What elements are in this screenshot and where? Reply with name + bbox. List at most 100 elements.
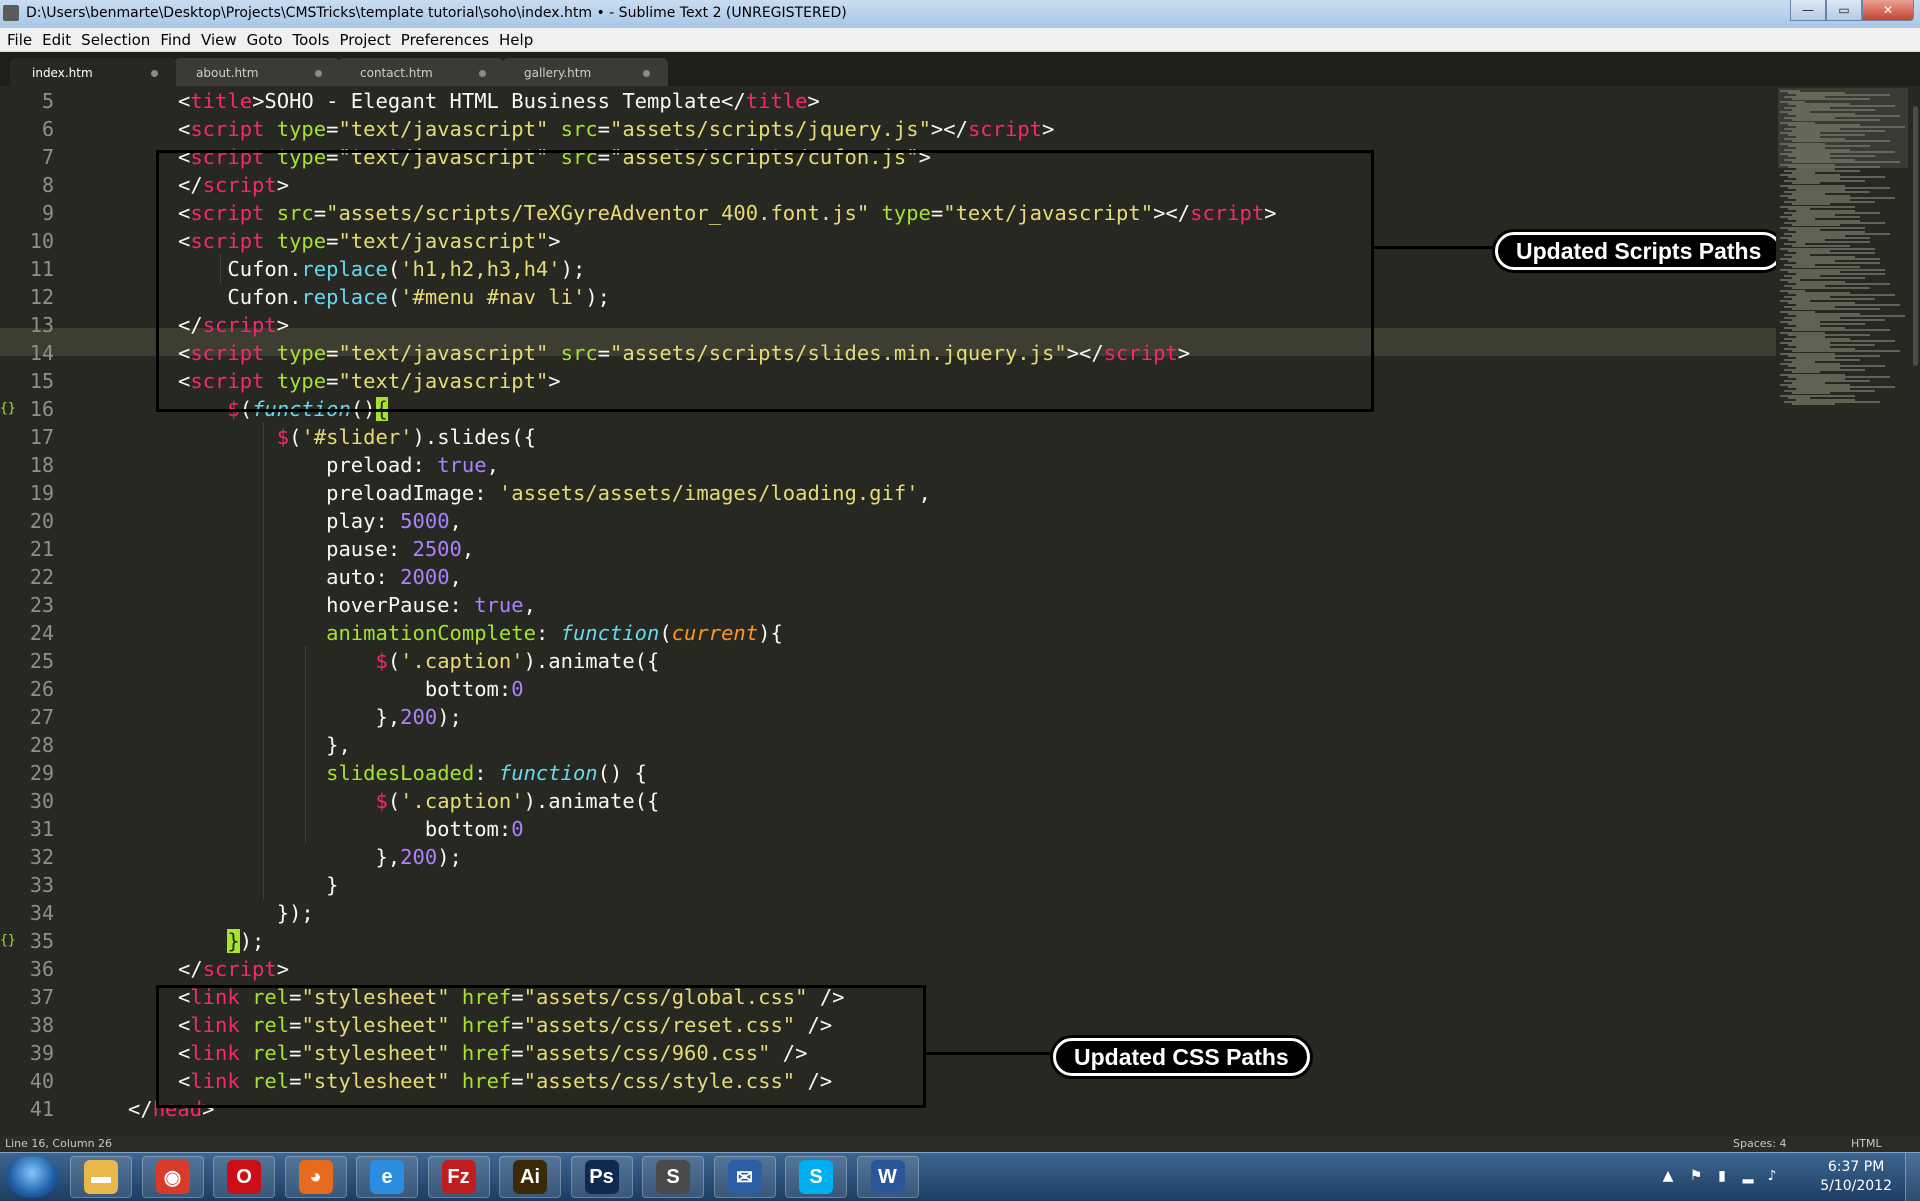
show-desktop-button[interactable]	[1905, 1153, 1920, 1201]
menu-selection[interactable]: Selection	[81, 31, 150, 49]
code-token: ){	[758, 621, 783, 645]
code-token: true	[474, 593, 524, 617]
code-line[interactable]: bottom:0	[178, 675, 524, 703]
menu-tools[interactable]: Tools	[293, 31, 330, 49]
line-number: 29	[29, 761, 54, 785]
code-line[interactable]: <title>SOHO - Elegant HTML Business Temp…	[178, 87, 820, 115]
menu-project[interactable]: Project	[339, 31, 390, 49]
code-token: () {	[597, 761, 648, 785]
code-line[interactable]: slidesLoaded: function() {	[178, 759, 647, 787]
tab-gallery[interactable]: gallery.htm	[502, 58, 668, 86]
code-line[interactable]: }	[178, 871, 338, 899]
start-button[interactable]	[6, 1156, 58, 1198]
code-token: function	[560, 621, 660, 645]
indentation-setting[interactable]: Spaces: 4	[1733, 1137, 1786, 1150]
code-token: 'assets/assets/images/loading.gif'	[498, 481, 919, 505]
firefox-icon: ◕	[298, 1160, 333, 1194]
code-token: bottom:	[178, 817, 512, 841]
taskbar-app-illustrator[interactable]: Ai	[499, 1156, 561, 1198]
system-tray: ▲ ⚑ ▮ ▂ ♪ 6:37 PM 5/10/2012	[1660, 1153, 1920, 1201]
code-line[interactable]: $('#slider').slides({	[178, 423, 536, 451]
menu-view[interactable]: View	[201, 31, 237, 49]
line-number: 8	[41, 173, 54, 197]
tab-close-icon[interactable]	[151, 70, 158, 77]
volume-icon[interactable]: ♪	[1764, 1168, 1780, 1184]
window-title: D:\Users\benmarte\Desktop\Projects\CMSTr…	[26, 5, 847, 21]
code-line[interactable]: play: 5000,	[178, 507, 462, 535]
menu-preferences[interactable]: Preferences	[401, 31, 489, 49]
code-token: :	[535, 621, 561, 645]
network-signal-icon[interactable]: ▂	[1740, 1168, 1756, 1184]
code-line[interactable]: $('.caption').animate({	[178, 787, 659, 815]
line-number: 34	[29, 901, 54, 925]
code-line[interactable]: $('.caption').animate({	[178, 647, 659, 675]
taskbar-app-firefox[interactable]: ◕	[284, 1156, 347, 1198]
menu-find[interactable]: Find	[160, 31, 191, 49]
minimap[interactable]	[1776, 86, 1920, 1136]
action-center-flag-icon[interactable]: ⚑	[1688, 1168, 1704, 1184]
code-token: ,	[523, 593, 536, 617]
code-line[interactable]: hoverPause: true,	[178, 591, 536, 619]
fold-indicator-icon[interactable]: {}	[0, 401, 16, 416]
tab-close-icon[interactable]	[479, 70, 486, 77]
battery-icon[interactable]: ▮	[1714, 1168, 1730, 1184]
taskbar-app-filezilla[interactable]: Fz	[427, 1156, 490, 1198]
code-line[interactable]: <script type="text/javascript" src="asse…	[178, 115, 1054, 143]
code-line[interactable]: animationComplete: function(current){	[178, 619, 783, 647]
maximize-button[interactable]: ▭	[1826, 0, 1862, 21]
taskbar-app-internet-explorer[interactable]: e	[356, 1156, 418, 1198]
taskbar-app-opera[interactable]: O	[213, 1156, 275, 1198]
code-token: pause:	[178, 537, 413, 561]
tab-contact[interactable]: contact.htm	[338, 58, 504, 86]
css-callout-label: Updated CSS Paths	[1053, 1038, 1310, 1076]
show-hidden-icons-icon[interactable]: ▲	[1660, 1168, 1676, 1184]
fold-indicator-icon[interactable]: {}	[0, 933, 16, 948]
code-token: title	[190, 89, 253, 113]
code-token: <	[178, 117, 191, 141]
window-title-bar[interactable]: D:\Users\benmarte\Desktop\Projects\CMSTr…	[0, 0, 1920, 29]
tab-about[interactable]: about.htm	[174, 58, 340, 86]
taskbar-app-skype[interactable]: S	[785, 1156, 847, 1198]
code-line[interactable]: });	[178, 899, 314, 927]
line-number-gutter: 5 6 7 8 9 10 11 12 13 14 15 16 17 18 19 20 21 22 23 24 25 26 2…	[0, 86, 70, 1136]
code-editor[interactable]: 5 6 7 8 9 10 11 12 13 14 15 16 17 18 19 20 21 22 23 24 25 26 2…	[0, 86, 1776, 1136]
clock[interactable]: 6:37 PM 5/10/2012	[1820, 1158, 1892, 1196]
status-bar: Line 16, Column 26 Spaces: 4 HTML	[0, 1136, 1920, 1152]
taskbar-app-sublime-text[interactable]: S	[642, 1156, 704, 1198]
code-line[interactable]: });	[178, 927, 264, 955]
syntax-selector[interactable]: HTML	[1851, 1137, 1882, 1150]
menu-edit[interactable]: Edit	[42, 31, 71, 49]
code-token: 2000	[400, 565, 450, 589]
taskbar-app-photoshop[interactable]: Ps	[570, 1156, 633, 1198]
code-token: 200	[400, 705, 438, 729]
code-line[interactable]: },200);	[178, 843, 461, 871]
code-line[interactable]: auto: 2000,	[178, 563, 462, 591]
menu-goto[interactable]: Goto	[247, 31, 283, 49]
minimize-button[interactable]: —	[1790, 0, 1826, 21]
tab-close-icon[interactable]	[315, 70, 322, 77]
code-token: 0	[511, 677, 524, 701]
vertical-scrollbar[interactable]	[1913, 106, 1918, 366]
tab-index[interactable]: index.htm	[10, 58, 176, 86]
taskbar-app-explorer[interactable]: ▬	[70, 1156, 132, 1198]
code-line[interactable]: bottom:0	[178, 815, 524, 843]
code-line[interactable]: </script>	[178, 955, 289, 983]
close-button[interactable]: ✕	[1862, 0, 1914, 21]
line-number: 14	[29, 341, 54, 365]
taskbar-app-thunderbird[interactable]: ✉	[713, 1156, 776, 1198]
line-number: 12	[29, 285, 54, 309]
code-line[interactable]: preloadImage: 'assets/assets/images/load…	[178, 479, 931, 507]
code-line[interactable]: },200);	[178, 703, 461, 731]
code-line[interactable]: pause: 2500,	[178, 535, 474, 563]
code-line[interactable]: preload: true,	[178, 451, 499, 479]
code-line[interactable]: },	[178, 731, 351, 759]
code-token: play:	[178, 509, 401, 533]
menu-help[interactable]: Help	[499, 31, 533, 49]
taskbar-app-word[interactable]: W	[856, 1156, 919, 1198]
tab-label: gallery.htm	[524, 66, 592, 80]
taskbar-app-chrome[interactable]: ◉	[141, 1156, 204, 1198]
code-token: );	[239, 929, 265, 953]
menu-file[interactable]: File	[7, 31, 32, 49]
tab-close-icon[interactable]	[643, 70, 650, 77]
